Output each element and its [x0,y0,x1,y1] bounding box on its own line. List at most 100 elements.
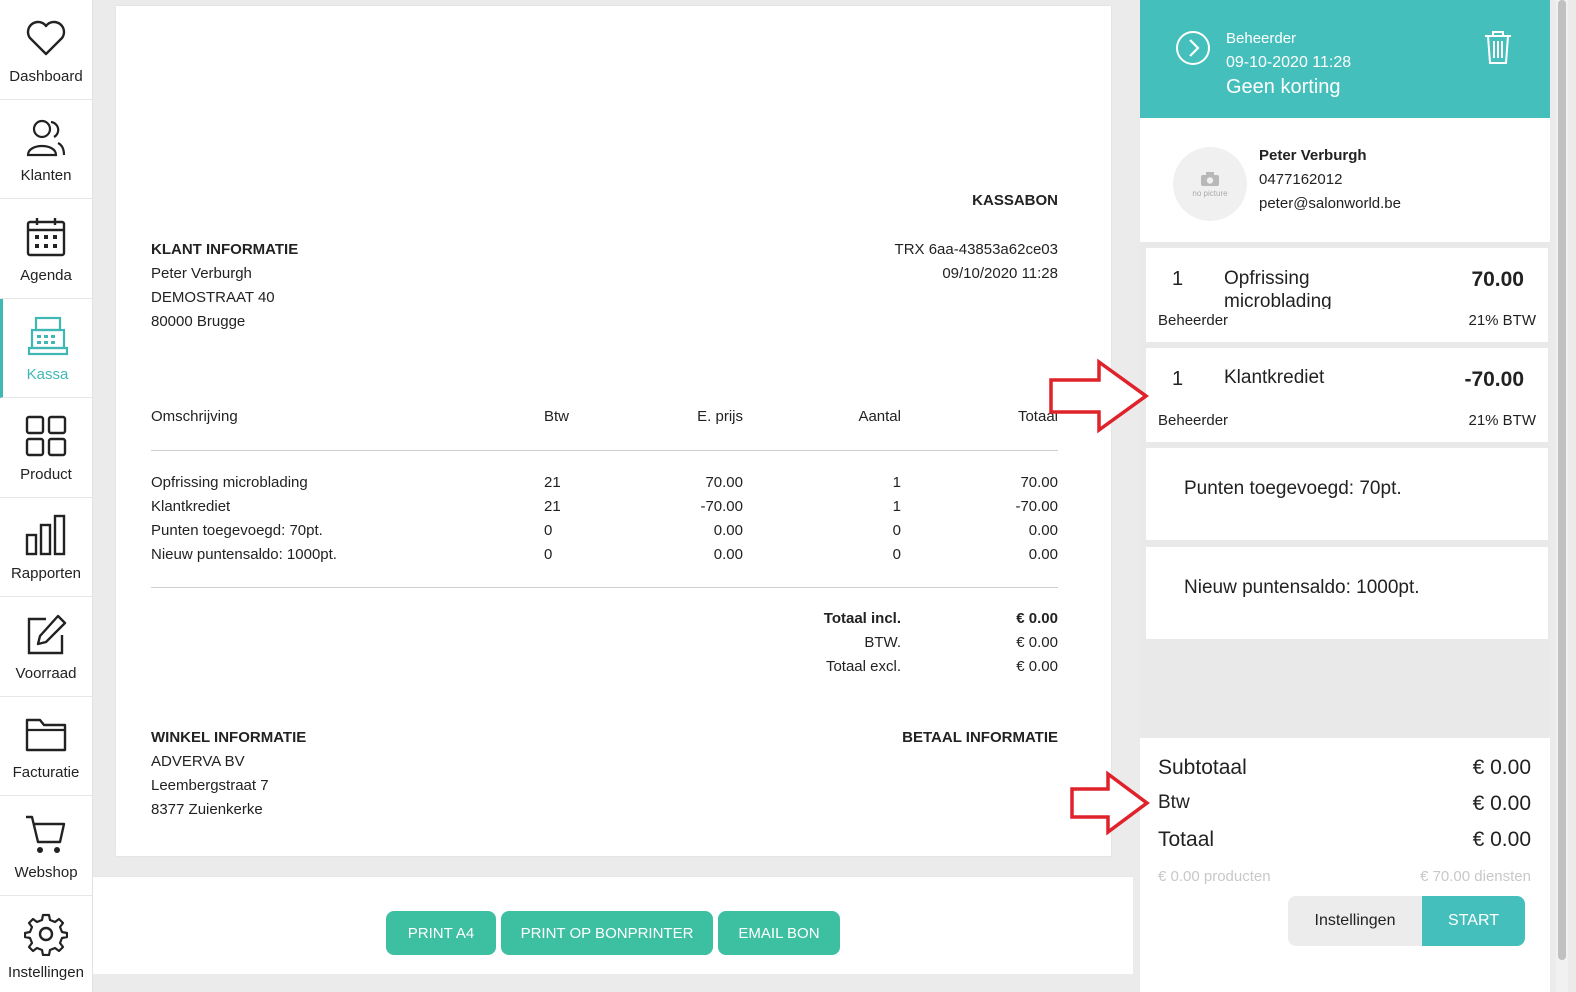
line-vat: 21% BTW [1468,412,1536,429]
cart-line[interactable]: 1 Klantkrediet -70.00 Beheerder 21% BTW [1146,348,1548,442]
customer-phone: 0477162012 [1259,171,1343,188]
heart-icon [26,20,66,55]
grid-icon [25,415,67,456]
subtotal-label: Subtotaal [1158,756,1247,779]
sidebar-item-label: Voorraad [15,664,77,682]
cart-header: Beheerder 09-10-2020 11:28 Geen korting [1140,0,1550,118]
column-header: E. prijs [697,408,743,425]
sidebar-item-klanten[interactable]: Klanten [0,100,92,199]
client-heading: KLANT INFORMATIE [151,241,299,258]
payment-heading: BETAAL INFORMATIE [902,729,1058,746]
email-receipt-button[interactable]: EMAIL BON [718,911,840,955]
btw-label: Btw [1158,792,1190,813]
sum-value: € 0.00 [1016,658,1058,675]
row-unit-price: 70.00 [705,474,743,491]
customer-email: peter@salonworld.be [1259,195,1401,212]
line-name: Opfrissing microblading [1224,268,1332,309]
column-header: Omschrijving [151,408,238,425]
sidebar-item-label: Rapporten [10,565,82,582]
cart-note: Nieuw puntensaldo: 1000pt. [1146,547,1548,639]
column-header: Aantal [858,408,901,425]
sidebar-item-label: Kassa [26,366,69,383]
sidebar-item-dashboard[interactable]: Dashboard [0,0,92,100]
sum-label: Totaal incl. [823,610,901,627]
sidebar-item-product[interactable]: Product [0,398,92,498]
receipt-area: KASSABON KLANT INFORMATIE Peter Verburgh… [93,0,1140,870]
row-unit-price: -70.00 [700,498,743,515]
bar-chart-icon [25,514,66,556]
client-city: 80000 Brugge [151,313,246,330]
row-description: Nieuw puntensaldo: 1000pt. [151,546,337,563]
customer-card[interactable]: no picture Peter Verburgh 0477162012 pet… [1140,118,1550,242]
shop-name: ADVERVA BV [151,753,245,770]
sidebar-item-webshop[interactable]: Webshop [0,796,92,896]
line-price: -70.00 [1464,368,1524,391]
print-receipt-printer-button[interactable]: PRINT OP BONPRINTER [501,911,713,955]
sidebar-item-instellingen[interactable]: Instellingen [0,896,92,992]
client-street: DEMOSTRAAT 40 [151,289,275,306]
sidebar: Dashboard Klanten Agenda Kassa Product R… [0,0,93,992]
shop-street: Leembergstraat 7 [151,777,269,794]
cart-panel: Beheerder 09-10-2020 11:28 Geen korting … [1140,0,1550,992]
line-staff: Beheerder [1158,312,1229,329]
receipt-preview: KASSABON KLANT INFORMATIE Peter Verburgh… [116,6,1111,856]
row-total: -70.00 [1015,498,1058,515]
gear-icon [24,913,68,956]
row-description: Klantkrediet [151,498,231,515]
settings-button[interactable]: Instellingen [1288,896,1422,946]
cart-datetime: 09-10-2020 11:28 [1226,54,1352,71]
products-note: € 0.00 producten [1158,868,1271,885]
row-description: Punten toegevoegd: 70pt. [151,522,323,539]
avatar: no picture [1173,147,1247,221]
sidebar-item-label: Product [20,465,72,483]
row-vat: 21 [544,474,561,491]
cart-icon [26,815,66,853]
sum-label: Totaal excl. [825,658,901,675]
print-a4-button[interactable]: PRINT A4 [386,911,496,955]
receipt-actions: PRINT A4 PRINT OP BONPRINTER EMAIL BON [93,876,1133,974]
users-icon [26,119,66,157]
shop-heading: WINKEL INFORMATIE [151,729,307,746]
note-text: Nieuw puntensaldo: 1000pt. [1184,577,1420,598]
sidebar-item-kassa[interactable]: Kassa [0,298,92,398]
discount-label[interactable]: Geen korting [1226,76,1341,99]
subtotal-value: € 0.00 [1472,756,1531,779]
chevron-right-icon[interactable] [1175,30,1211,66]
divider [151,450,1058,451]
sidebar-item-label: Webshop [14,863,78,881]
row-description: Opfrissing microblading [151,474,308,491]
row-total: 70.00 [1020,474,1058,491]
column-header: Btw [544,408,570,425]
row-total: 0.00 [1028,522,1058,539]
trash-icon[interactable] [1480,28,1516,66]
sidebar-item-label: Agenda [20,266,72,284]
row-quantity: 0 [892,546,901,563]
sidebar-item-label: Dashboard [9,67,83,85]
line-price: 70.00 [1471,268,1524,291]
row-unit-price: 0.00 [713,546,743,563]
row-quantity: 0 [892,522,901,539]
sidebar-item-label: Facturatie [12,764,80,781]
cart-line[interactable]: 1 Opfrissing microblading 70.00 Beheerde… [1146,248,1548,342]
sidebar-item-rapporten[interactable]: Rapporten [0,498,92,597]
sidebar-item-voorraad[interactable]: Voorraad [0,597,92,697]
row-vat: 0 [544,546,553,563]
divider [151,587,1058,588]
calendar-icon [26,217,66,256]
line-staff: Beheerder [1158,412,1229,429]
total-value: € 0.00 [1472,828,1531,851]
sidebar-item-agenda[interactable]: Agenda [0,199,92,299]
sum-label: BTW. [864,634,901,651]
column-header: Totaal [1017,408,1058,425]
scrollbar-thumb[interactable] [1558,0,1566,960]
start-button[interactable]: START [1422,896,1525,946]
sidebar-item-facturatie[interactable]: Facturatie [0,697,92,796]
sidebar-item-label: Klanten [20,167,72,184]
cart-totals: Subtotaal € 0.00 Btw € 0.00 Totaal € 0.0… [1140,738,1550,992]
receipt-title: KASSABON [972,192,1058,209]
line-name: Klantkrediet [1224,367,1325,388]
cart-user: Beheerder [1226,30,1297,47]
transaction-id: TRX 6aa-43853a62ce03 [894,241,1058,258]
cash-register-icon [27,316,68,356]
line-vat: 21% BTW [1468,312,1536,329]
